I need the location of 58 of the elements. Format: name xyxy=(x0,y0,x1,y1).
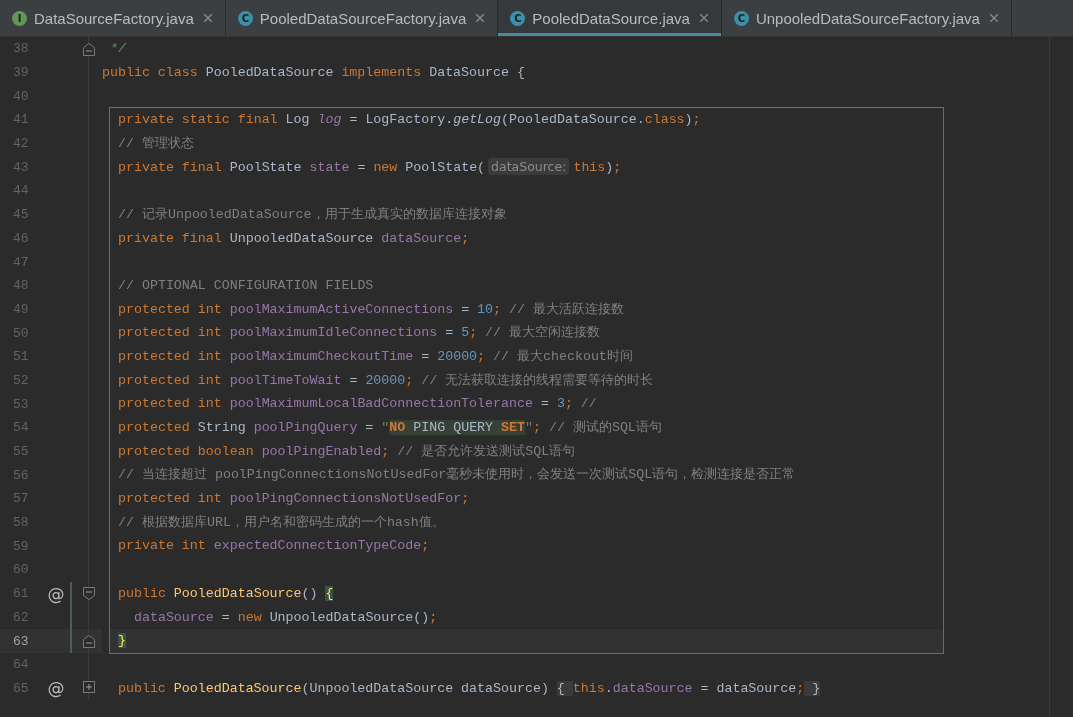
line-number: 63 xyxy=(12,633,30,649)
code-line: // 管理状态 xyxy=(117,134,195,153)
code-line: protected int poolMaximumLocalBadConnectionTolerance = 3; // xyxy=(117,395,598,414)
line-number: 58 xyxy=(12,515,30,531)
line-number: 44 xyxy=(12,183,30,199)
line-number: 41 xyxy=(12,112,30,128)
line-number: 61 xyxy=(12,586,30,602)
code-line: public PooledDataSource(UnpooledDataSource dataSource) { this.dataSource = dataSource; } xyxy=(116,679,821,698)
line-number: 50 xyxy=(12,325,30,341)
code-line: protected int poolMaximumActiveConnections = 10; // 最大活跃连接数 xyxy=(117,300,625,319)
code-line: // OPTIONAL CONFIGURATION FIELDS xyxy=(117,276,375,295)
code-line: protected int poolTimeToWait = 20000; // 无法获取连接的线程需要等待的时长 xyxy=(117,371,655,390)
line-number: 55 xyxy=(12,444,30,460)
code-line: protected int poolMaximumCheckoutTime = 20000; // 最大checkout时间 xyxy=(117,347,634,366)
line-number: 46 xyxy=(12,230,30,246)
code-line: private final UnpooledDataSource dataSource; xyxy=(117,229,471,248)
override-marker[interactable]: @ xyxy=(47,678,65,699)
class-icon: C xyxy=(733,10,749,26)
fold-collapse-icon[interactable] xyxy=(82,633,96,650)
class-icon: C xyxy=(237,10,253,26)
code-line: private int expectedConnectionTypeCode; xyxy=(117,537,431,556)
line-number: 42 xyxy=(12,136,30,152)
code-line: */ xyxy=(108,40,126,58)
line-number: 59 xyxy=(12,538,30,554)
line-number: 56 xyxy=(12,467,30,483)
line-number: 52 xyxy=(12,372,30,388)
line-number: 38 xyxy=(12,41,30,57)
line-number: 48 xyxy=(12,278,30,294)
line-number: 47 xyxy=(12,254,30,270)
code-line: public PooledDataSource() { xyxy=(117,584,335,603)
line-number: 45 xyxy=(12,207,30,223)
fold-collapse-icon[interactable] xyxy=(82,585,96,602)
line-number: 65 xyxy=(12,680,30,696)
line-number: 49 xyxy=(12,301,30,317)
code-line: // 记录UnpooledDataSource，用于生成真实的数据库连接对象 xyxy=(117,205,508,224)
class-icon: I xyxy=(12,10,27,26)
line-number: 43 xyxy=(12,159,30,175)
code-line: protected boolean poolPingEnabled; // 是否允许发送测试SQL语句 xyxy=(117,442,577,461)
line-number: 40 xyxy=(12,88,30,104)
line-number: 64 xyxy=(12,657,30,673)
line-number: 57 xyxy=(12,491,30,507)
line-number: 60 xyxy=(12,562,30,578)
code-line: protected int poolMaximumIdleConnections = 5; // 最大空闲连接数 xyxy=(117,324,602,343)
override-marker[interactable]: @ xyxy=(47,583,65,604)
line-number: 62 xyxy=(12,609,30,625)
code-line: protected int poolPingConnectionsNotUsedFor; xyxy=(117,490,471,509)
code-line: public class PooledDataSource implements DataSource { xyxy=(102,63,525,82)
line-number: 54 xyxy=(12,420,30,436)
line-number: 51 xyxy=(12,349,30,365)
code-line: private static final Log log = LogFactory.getLog(PooledDataSource.class); xyxy=(117,111,702,130)
code-line: protected String poolPingQuery = "NO PING QUERY SET"; // 测试的SQL语句 xyxy=(117,419,663,437)
line-number: 39 xyxy=(12,65,30,81)
class-icon: C xyxy=(510,10,526,26)
code-line: private final PoolState state = new PoolState( dataSource: this); xyxy=(117,157,623,178)
editor-tab[interactable]: C PooledDataSource.java xyxy=(498,0,722,36)
line-number: 53 xyxy=(12,396,30,412)
code-line: dataSource = new UnpooledDataSource(); xyxy=(132,608,439,627)
fold-collapse-icon[interactable] xyxy=(82,40,96,57)
